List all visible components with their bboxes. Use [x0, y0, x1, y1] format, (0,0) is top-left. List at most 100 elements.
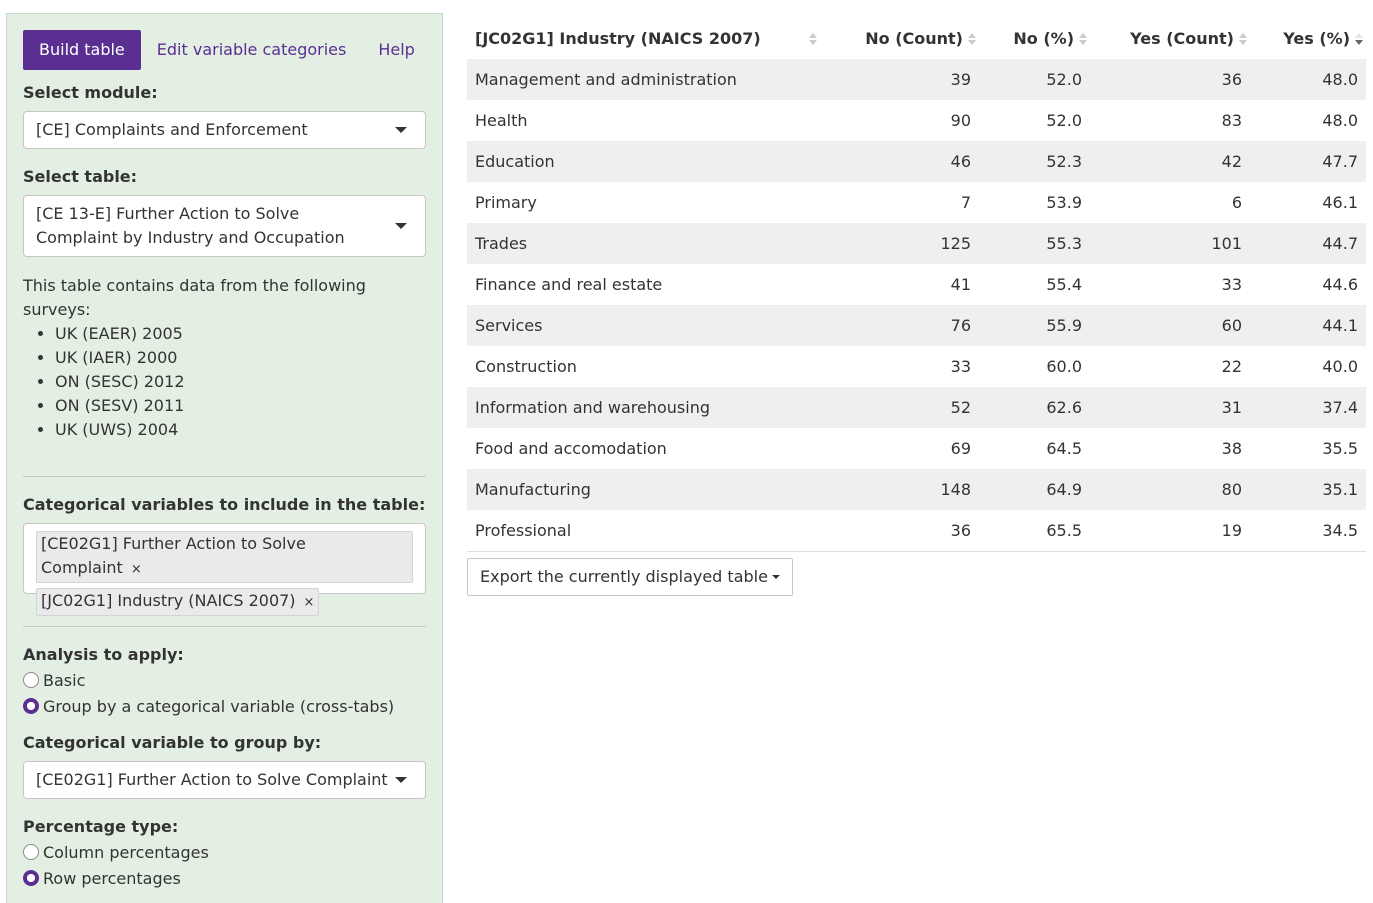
survey-info: This table contains data from the follow…	[23, 274, 426, 442]
value-cell: 80	[1090, 469, 1250, 510]
value-cell: 53.9	[1046, 193, 1082, 212]
value-cell: 55.4	[1046, 275, 1082, 294]
survey-item: UK (UWS) 2004	[55, 418, 426, 442]
tab-edit-variable-categories[interactable]: Edit variable categories	[141, 30, 363, 70]
value-cell: 39	[824, 59, 979, 100]
pct-type-label: Percentage type:	[23, 817, 179, 836]
catvar-chip: [JC02G1] Industry (NAICS 2007) ×	[36, 588, 320, 616]
table-select[interactable]: [CE 13-E] Further Action to Solve Compla…	[23, 195, 426, 257]
column-header-label: Yes (Count)	[1130, 29, 1234, 48]
value-cell: 42	[1090, 141, 1250, 182]
sort-icon	[1078, 31, 1088, 47]
sort-icon	[808, 31, 818, 47]
sort-icon	[967, 31, 977, 47]
industry-cell: Management and administration	[467, 59, 824, 100]
catvars-multiselect[interactable]: [CE02G1] Further Action to Solve Complai…	[23, 523, 426, 616]
value-cell: 34.5	[1250, 510, 1366, 552]
value-cell: 38	[1221, 439, 1242, 458]
table-row: Finance and real estate 41 55.4 33 44.6	[467, 264, 1366, 305]
export-table-button[interactable]: Export the currently displayed table	[467, 557, 793, 596]
value-cell: 36	[1090, 59, 1250, 100]
table-select-value: [CE 13-E] Further Action to Solve Compla…	[36, 204, 345, 247]
value-cell: 125	[824, 223, 979, 264]
industry-cell: Trades	[467, 223, 824, 264]
radio-button[interactable]	[23, 870, 39, 886]
value-cell: 35.5	[1322, 439, 1358, 458]
tab-build-table[interactable]: Build table	[23, 30, 141, 70]
table-row: Professional 36 65.5 19 34.5	[467, 510, 1366, 552]
caret-down-icon	[771, 574, 780, 579]
radio-label: Column percentages	[43, 842, 209, 862]
module-select-value: [CE] Complaints and Enforcement	[36, 120, 308, 139]
table-row: Manufacturing 148 64.9 80 35.1	[467, 469, 1366, 510]
radio-button[interactable]	[23, 844, 39, 860]
value-cell: 44.6	[1322, 275, 1358, 294]
divider	[23, 626, 426, 627]
catvar-chip-label: [JC02G1] Industry (NAICS 2007)	[41, 591, 296, 610]
value-cell: 65.5	[979, 510, 1090, 552]
radio-column-percentages[interactable]: Column percentages	[23, 839, 426, 865]
table-row: Management and administration 39 52.0 36 48.…	[467, 59, 1366, 100]
value-cell: 19	[1090, 510, 1250, 552]
value-cell: 31	[1090, 387, 1250, 428]
value-cell: 60.0	[1046, 357, 1082, 376]
value-cell: 52	[824, 387, 979, 428]
value-cell: 90	[950, 111, 971, 130]
sidebar-tabs: Build table Edit variable categories Hel…	[23, 30, 426, 70]
module-label: Select module:	[23, 83, 158, 102]
catvar-chip: [CE02G1] Further Action to Solve Complai…	[36, 531, 413, 583]
value-cell: 40.0	[1322, 357, 1358, 376]
value-cell: 64.9	[979, 469, 1090, 510]
sort-icon	[1238, 31, 1248, 47]
column-header-industry[interactable]: [JC02G1] Industry (NAICS 2007)	[467, 18, 824, 59]
groupby-select[interactable]: [CE02G1] Further Action to Solve Complai…	[23, 761, 426, 799]
industry-cell: Construction	[475, 357, 577, 376]
radio-analysis-crosstabs[interactable]: Group by a categorical variable (cross-t…	[23, 693, 426, 719]
remove-icon[interactable]: ×	[304, 595, 315, 610]
chevron-down-icon	[395, 777, 407, 783]
industry-cell: Finance and real estate	[475, 275, 663, 294]
column-header-label: No (%)	[1013, 29, 1074, 48]
remove-icon[interactable]: ×	[131, 562, 142, 577]
radio-button[interactable]	[23, 672, 39, 688]
chevron-down-icon	[395, 127, 407, 133]
chevron-down-icon	[395, 223, 407, 229]
groupby-select-value: [CE02G1] Further Action to Solve Complai…	[36, 770, 388, 789]
industry-cell: Primary	[475, 193, 537, 212]
industry-cell: Education	[467, 141, 824, 182]
industry-cell: Professional	[467, 510, 824, 552]
table-row: Primary 7 53.9 6 46.1	[467, 182, 1366, 223]
value-cell: 35.1	[1250, 469, 1366, 510]
value-cell: 69	[950, 439, 971, 458]
tab-help[interactable]: Help	[362, 30, 430, 70]
table-row: Food and accomodation 69 64.5 38 35.5	[467, 428, 1366, 469]
value-cell: 48.0	[1250, 59, 1366, 100]
column-header-yes-count[interactable]: Yes (Count)	[1090, 18, 1250, 59]
sort-descending-icon	[1354, 31, 1364, 47]
radio-button[interactable]	[23, 698, 39, 714]
value-cell: 55.9	[979, 305, 1090, 346]
value-cell: 64.5	[1046, 439, 1082, 458]
radio-label: Row percentages	[43, 868, 181, 888]
radio-label: Group by a categorical variable (cross-t…	[43, 696, 395, 716]
divider	[23, 476, 426, 477]
column-header-no-pct[interactable]: No (%)	[979, 18, 1090, 59]
radio-analysis-basic[interactable]: Basic	[23, 667, 426, 693]
radio-row-percentages[interactable]: Row percentages	[23, 865, 426, 891]
column-header-yes-pct[interactable]: Yes (%)	[1250, 18, 1366, 59]
module-select[interactable]: [CE] Complaints and Enforcement	[23, 111, 426, 149]
value-cell: 52.0	[979, 59, 1090, 100]
value-cell: 46.1	[1322, 193, 1358, 212]
column-header-no-count[interactable]: No (Count)	[824, 18, 979, 59]
value-cell: 60	[1090, 305, 1250, 346]
value-cell: 48.0	[1322, 111, 1358, 130]
table-row: Construction 33 60.0 22 40.0	[467, 346, 1366, 387]
value-cell: 36	[824, 510, 979, 552]
catvars-label: Categorical variables to include in the …	[23, 495, 426, 514]
table-row: Trades 125 55.3 101 44.7	[467, 223, 1366, 264]
analysis-label: Analysis to apply:	[23, 645, 184, 664]
survey-item: UK (IAER) 2000	[55, 346, 426, 370]
table-label: Select table:	[23, 167, 138, 186]
industry-cell: Food and accomodation	[475, 439, 667, 458]
value-cell: 47.7	[1250, 141, 1366, 182]
